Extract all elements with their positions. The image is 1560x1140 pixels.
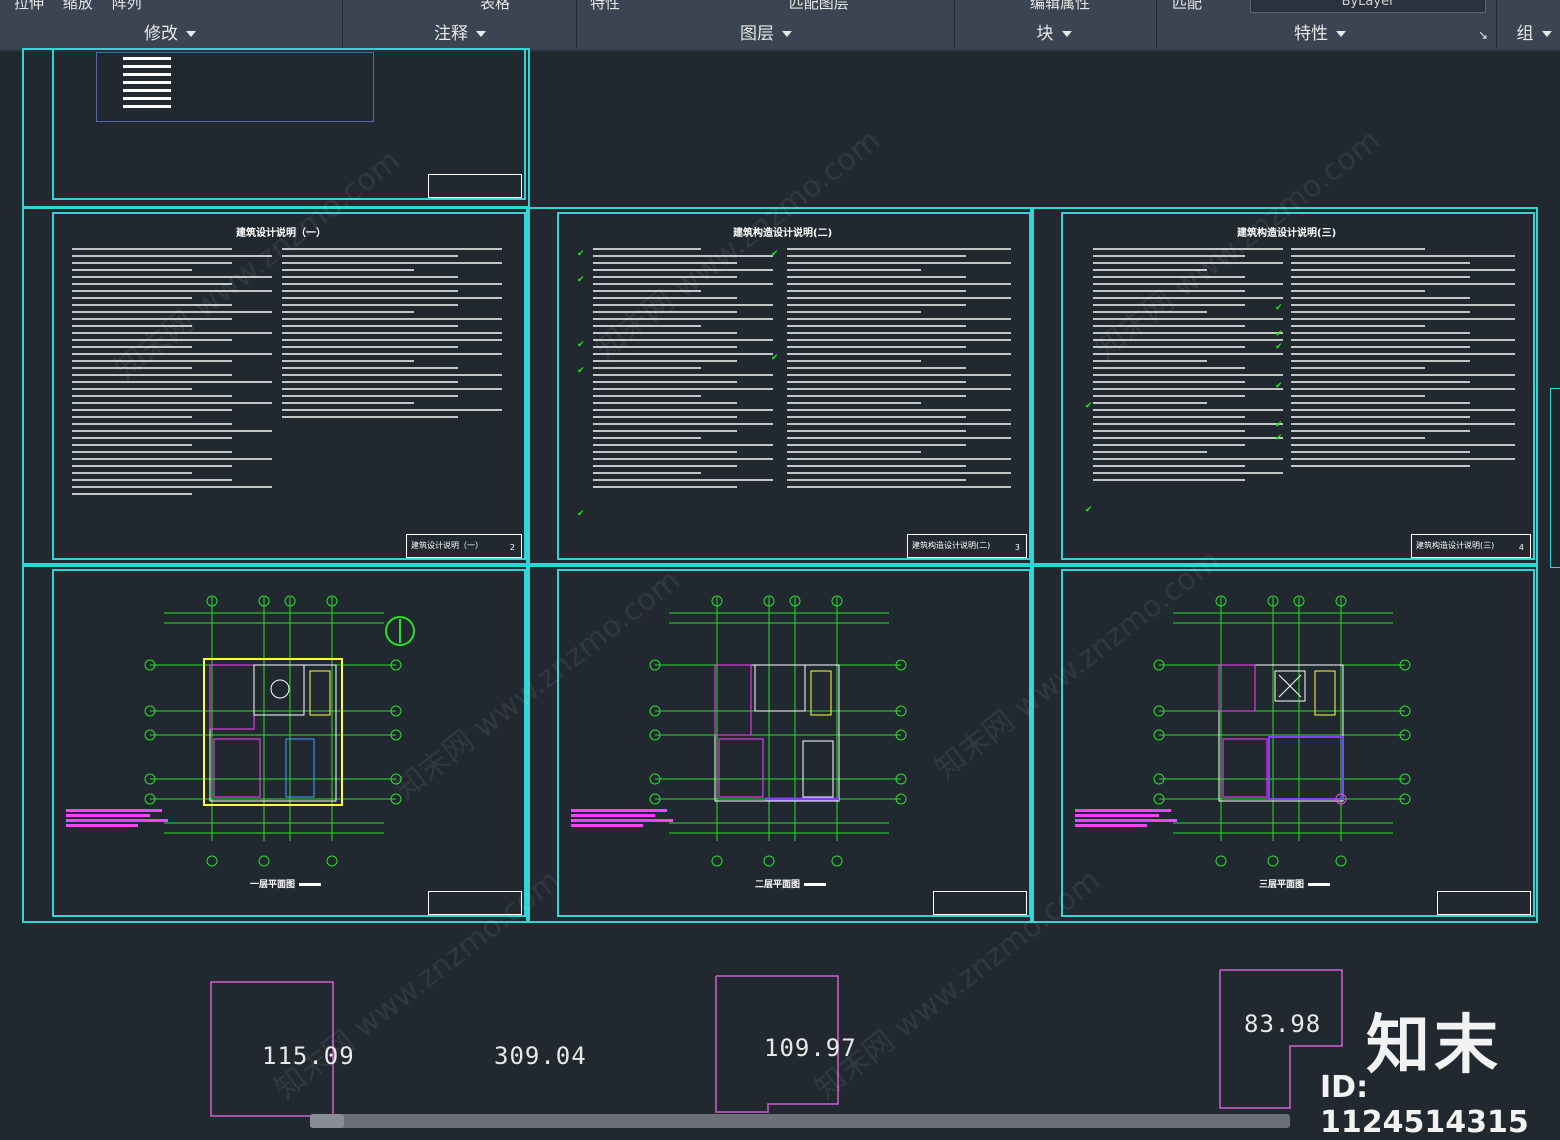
panel-block[interactable]: 块 [984,20,1124,48]
match-properties-tool[interactable]: 匹配 [1172,0,1232,16]
array-tool[interactable]: 阵列 [112,0,142,12]
panel-modify[interactable]: 修改 [100,20,240,48]
edit-attributes-tool[interactable]: 编辑属性 [1030,0,1150,16]
panel-group[interactable]: 组 [1508,20,1560,48]
side-scroll-strip[interactable] [1550,388,1560,568]
chevron-down-icon [476,31,486,37]
panel-layers-label: 图层 [740,24,774,44]
modify-tools-row[interactable]: 拉伸 缩放 阵列 [14,0,344,16]
chevron-down-icon [186,31,196,37]
model-space-canvas[interactable]: 建筑设计说明（一） 建筑设计说明（一） 2 建筑构造设计说明(二) ✔ ✔ ✔ ✔ ✔ [0,48,1560,1128]
ribbon-toolbar: 拉伸 缩放 阵列 表格 特性 匹配图层 编辑属性 匹配 ByLayer 修改 注… [0,0,1560,52]
match-properties-label: 匹配 [1172,0,1203,12]
brand-id: ID: 1124514315 [1320,1070,1529,1140]
panel-group-label: 组 [1516,24,1534,44]
panel-properties[interactable]: 特性 [1250,20,1390,48]
area-value: 109.97 [764,1034,857,1062]
chevron-down-icon [782,31,792,37]
panel-divider [1156,0,1157,48]
panel-divider [1496,0,1497,48]
chevron-down-icon [1336,31,1346,37]
area-value: 115.09 [262,1042,355,1070]
scrollbar-thumb[interactable] [310,1114,344,1128]
area-value: 309.04 [494,1042,587,1070]
panel-divider [576,0,577,48]
panel-annotation[interactable]: 注释 [390,20,530,48]
area-value: 83.98 [1244,1010,1322,1038]
panel-layers[interactable]: 图层 [696,20,836,48]
scale-tool[interactable]: 缩放 [63,0,93,12]
table-tool-label: 表格 [480,0,511,12]
edit-attributes-label: 编辑属性 [1030,0,1091,12]
panel-divider [342,0,343,48]
horizontal-scrollbar[interactable] [310,1114,1290,1128]
area-outlines [210,969,1343,1117]
stretch-tool[interactable]: 拉伸 [14,0,44,12]
panel-modify-label: 修改 [144,24,178,44]
panel-annotation-label: 注释 [434,24,468,44]
color-dropdown[interactable]: ByLayer [1250,0,1486,13]
panel-launcher-icon[interactable]: ↘ [1478,28,1488,42]
table-tool[interactable]: 表格 [480,0,570,16]
panel-divider [954,0,955,48]
chevron-down-icon [1541,31,1552,37]
panel-block-label: 块 [1036,24,1054,44]
layer-tools-row[interactable]: 特性 匹配图层 [590,0,920,16]
panel-properties-label: 特性 [1294,24,1328,44]
chevron-down-icon [1061,31,1072,37]
properties-tool[interactable]: 特性 [590,0,620,12]
match-layer-tool[interactable]: 匹配图层 [789,0,849,12]
